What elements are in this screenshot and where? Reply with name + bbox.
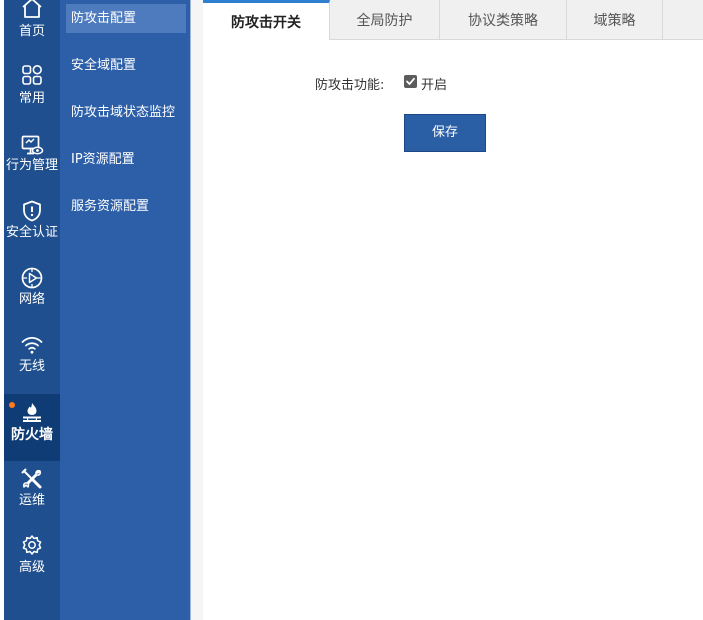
nav-item-label: 安全认证 — [5, 225, 58, 240]
checkmark-icon — [406, 77, 415, 85]
tab-global-protection[interactable]: 全局防护 — [330, 0, 440, 40]
monitor-eye-icon — [21, 135, 44, 155]
nav-item-behavior[interactable]: 行为管理 — [4, 120, 60, 187]
nav-item-label: 网络 — [18, 292, 45, 307]
gear-icon — [22, 535, 42, 555]
nav-item-wireless[interactable]: 无线 — [4, 321, 60, 388]
submenu-item-anti-attack-config[interactable]: 防攻击配置 — [66, 4, 186, 33]
nav-item-label: 高级 — [18, 560, 45, 575]
submenu-item-zone-status-monitor[interactable]: 防攻击域状态监控 — [66, 98, 186, 127]
submenu-item-service-resource-config[interactable]: 服务资源配置 — [66, 192, 186, 221]
network-icon — [21, 267, 43, 289]
nav-item-advanced[interactable]: 高级 — [4, 526, 60, 593]
nav-item-label: 无线 — [18, 359, 45, 374]
home-icon — [22, 0, 42, 18]
grid-icon — [22, 65, 42, 85]
submenu-item-ip-resource-config[interactable]: IP资源配置 — [66, 145, 186, 174]
nav-item-auth[interactable]: 安全认证 — [4, 187, 60, 254]
nav-item-label: 常用 — [18, 91, 45, 106]
tab-zone-policy[interactable]: 域策略 — [567, 0, 663, 40]
nav-item-label: 运维 — [18, 493, 45, 508]
nav-item-ops[interactable]: 运维 — [4, 459, 60, 526]
shield-icon — [23, 200, 41, 222]
tools-icon — [21, 468, 42, 489]
tab-bar: 防攻击开关 全局防护 协议类策略 域策略 — [203, 0, 703, 41]
wifi-icon — [21, 336, 43, 354]
enable-checkbox-label: 开启 — [421, 78, 448, 93]
panel-gap — [191, 0, 203, 620]
nav-item-common[interactable]: 常用 — [4, 53, 60, 120]
main-content: 防攻击功能: 开启 保存 — [203, 40, 703, 620]
nav-item-firewall[interactable]: 防火墙 — [4, 394, 60, 461]
tab-anti-attack-switch[interactable]: 防攻击开关 — [203, 0, 330, 41]
app-root: 首页 常用 行为管理 安全认证 网络 无线 防火墙 运维 高级 防攻击配置 安全… — [0, 0, 703, 620]
firewall-icon — [23, 403, 41, 422]
submenu-item-security-zone-config[interactable]: 安全域配置 — [66, 51, 186, 80]
active-indicator-dot — [9, 402, 15, 408]
anti-attack-field-label: 防攻击功能: — [315, 78, 385, 93]
nav-item-label: 首页 — [18, 24, 45, 39]
sub-menu: 防攻击配置 安全域配置 防攻击域状态监控 IP资源配置 服务资源配置 — [60, 0, 190, 620]
enable-checkbox[interactable] — [404, 75, 417, 88]
nav-item-network[interactable]: 网络 — [4, 254, 60, 321]
tab-protocol-policy[interactable]: 协议类策略 — [440, 0, 567, 40]
nav-item-label: 防火墙 — [11, 427, 53, 443]
main-nav-rail: 首页 常用 行为管理 安全认证 网络 无线 防火墙 运维 高级 — [4, 0, 60, 620]
nav-item-home[interactable]: 首页 — [4, 0, 60, 53]
save-button[interactable]: 保存 — [404, 114, 486, 152]
nav-item-label: 行为管理 — [5, 158, 58, 173]
